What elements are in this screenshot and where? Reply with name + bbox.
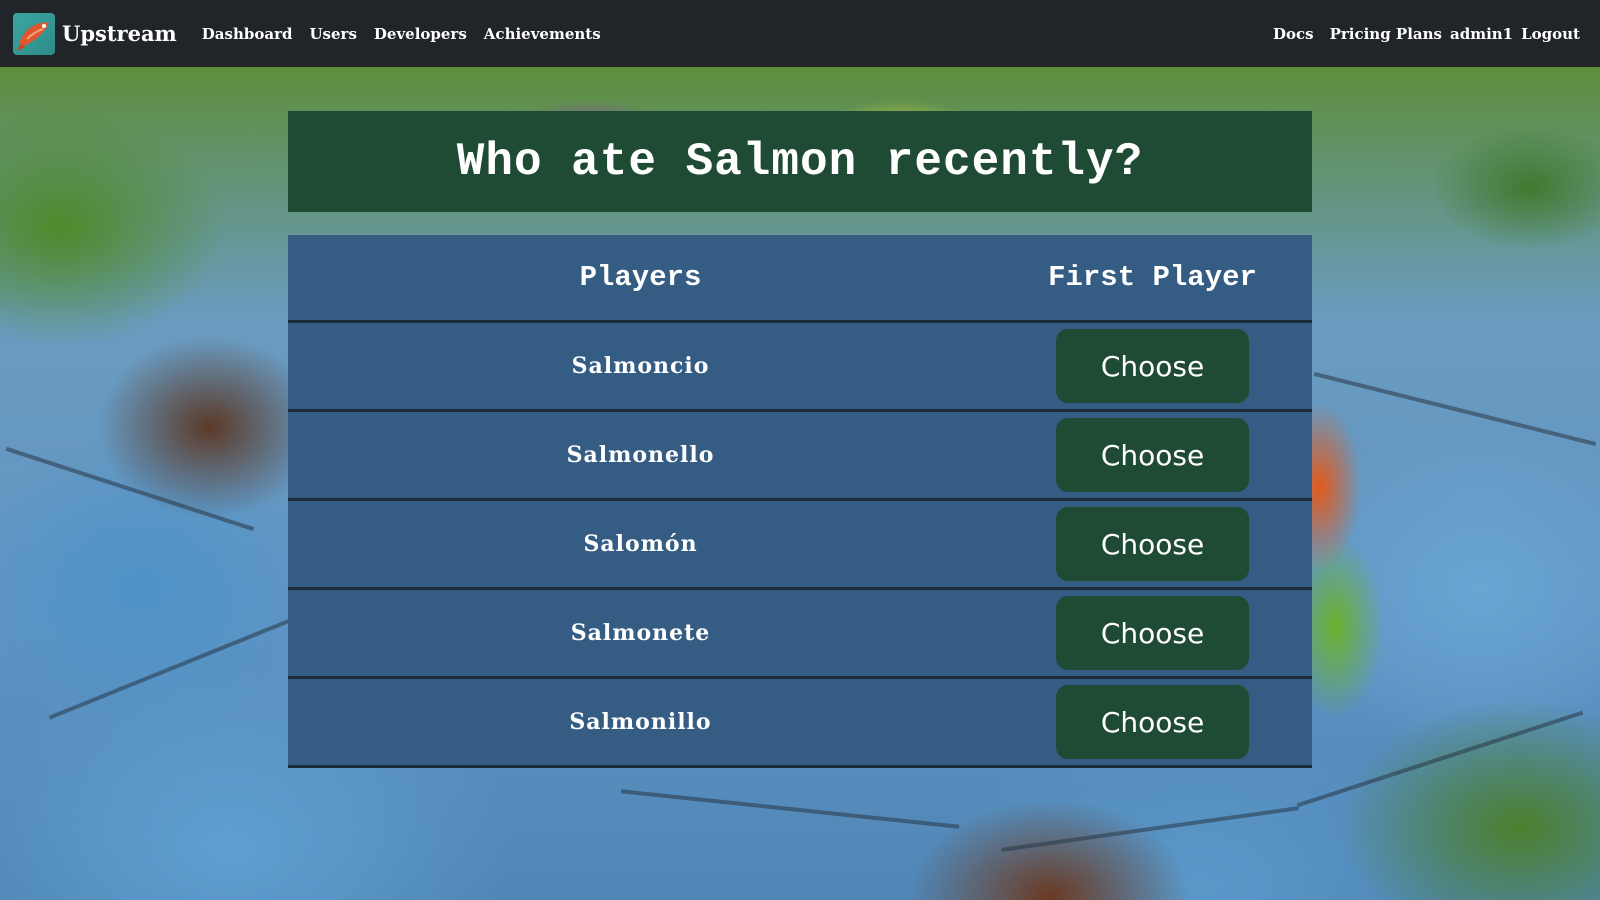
table-row: Salmoncio Choose [288, 323, 1312, 412]
choose-first-player-button[interactable]: Choose [1056, 329, 1249, 403]
nav-link-dashboard[interactable]: Dashboard [202, 25, 293, 43]
choose-first-player-button[interactable]: Choose [1056, 418, 1249, 492]
table-row: Salmonete Choose [288, 590, 1312, 679]
nav-link-achievements[interactable]: Achievements [484, 25, 601, 43]
player-name: Salmonete [570, 620, 711, 646]
title-banner: Who ate Salmon recently? [288, 111, 1312, 212]
nav-link-logout[interactable]: Logout [1521, 25, 1580, 43]
table-row: Salomón Choose [288, 501, 1312, 590]
brand-name: Upstream [62, 21, 177, 46]
header-first-player: First Player [1048, 261, 1257, 294]
player-name: Salomón [583, 531, 698, 557]
choose-first-player-button[interactable]: Choose [1056, 507, 1249, 581]
nav-right-links: Docs Pricing Plans admin1 Logout [1257, 25, 1580, 43]
nav-left-links: Dashboard Users Developers Achievements [202, 25, 618, 43]
nav-link-pricing-plans[interactable]: Pricing Plans [1330, 25, 1442, 43]
player-name: Salmonillo [569, 709, 712, 735]
page-title: Who ate Salmon recently? [456, 135, 1144, 188]
salmon-logo-icon [13, 12, 55, 55]
players-table: Players First Player Salmoncio Choose Sa… [288, 235, 1312, 768]
table-row: Salmonillo Choose [288, 679, 1312, 768]
nav-link-users[interactable]: Users [309, 25, 356, 43]
choose-first-player-button[interactable]: Choose [1056, 596, 1249, 670]
table-row: Salmonello Choose [288, 412, 1312, 501]
header-players: Players [579, 261, 702, 294]
brand-link[interactable]: Upstream [13, 12, 177, 55]
nav-link-developers[interactable]: Developers [374, 25, 467, 43]
nav-link-docs[interactable]: Docs [1273, 25, 1314, 43]
top-navbar: Upstream Dashboard Users Developers Achi… [0, 0, 1600, 67]
choose-first-player-button[interactable]: Choose [1056, 685, 1249, 759]
player-name: Salmoncio [571, 353, 710, 379]
player-name: Salmonello [566, 442, 715, 468]
table-header: Players First Player [288, 235, 1312, 323]
nav-link-username[interactable]: admin1 [1450, 25, 1513, 43]
